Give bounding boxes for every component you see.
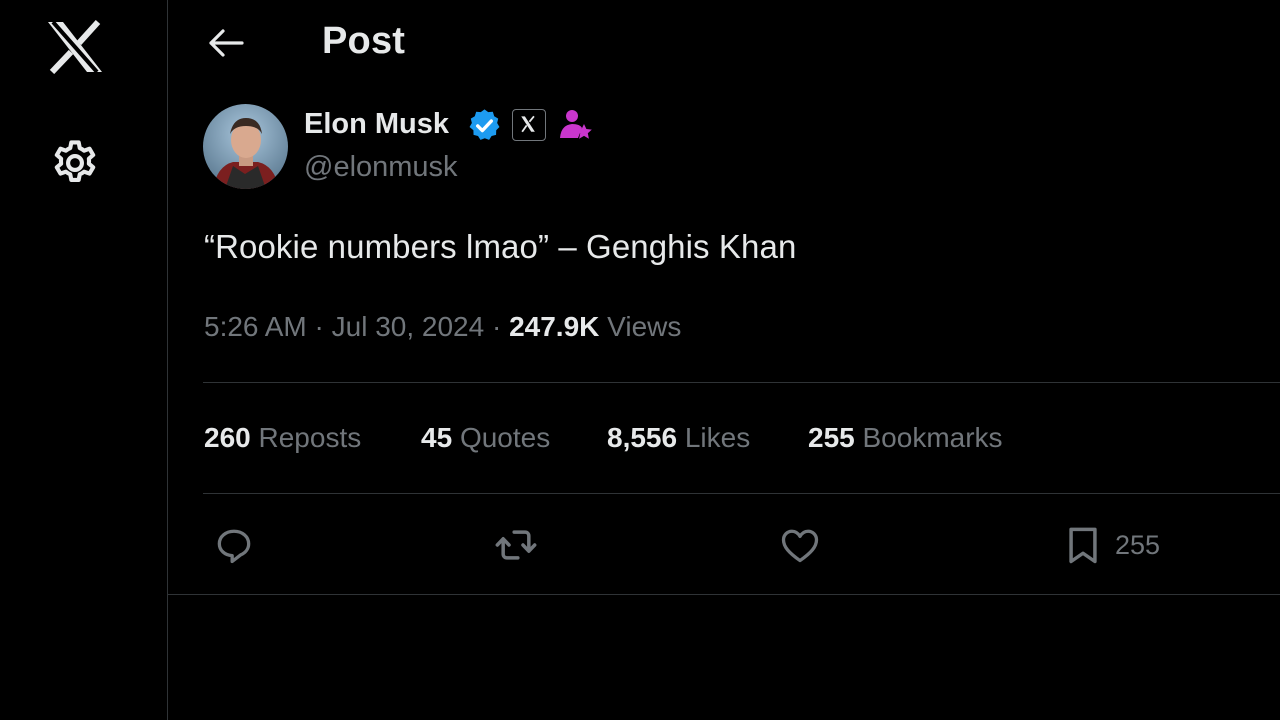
x-logo-icon[interactable] — [46, 19, 104, 75]
post-date[interactable]: Jul 30, 2024 — [332, 311, 485, 342]
app: Post Elon Musk @elonmusk “Rookie numbers… — [0, 0, 1280, 720]
back-button[interactable] — [204, 23, 246, 63]
bookmark-button[interactable]: 255 — [1061, 522, 1160, 568]
stat-label: Quotes — [459, 422, 551, 453]
bookmark-icon — [1069, 527, 1097, 564]
stat-count: 255 — [808, 422, 855, 453]
arrow-left-icon — [209, 29, 244, 57]
stat-quotes[interactable]: 45 Quotes — [421, 422, 550, 454]
stat-likes[interactable]: 8,556 Likes — [607, 422, 750, 454]
repost-button[interactable] — [494, 522, 538, 568]
bookmark-count: 255 — [1115, 529, 1161, 560]
like-button[interactable] — [778, 522, 822, 568]
stat-label: Reposts — [258, 422, 362, 453]
subscriber-star-icon — [556, 106, 594, 144]
verified-badge-icon — [466, 107, 503, 144]
reply-button[interactable] — [212, 522, 256, 568]
x-affiliate-badge-icon[interactable] — [512, 109, 546, 141]
left-nav-rail — [0, 0, 168, 720]
stat-count: 8,556 — [607, 422, 678, 453]
reply-icon — [217, 529, 251, 564]
divider — [168, 594, 1280, 595]
views-label: Views — [607, 311, 682, 342]
avatar[interactable] — [203, 104, 288, 189]
views-count: 247.9K — [509, 311, 600, 342]
divider — [203, 382, 1280, 383]
stat-reposts[interactable]: 260 Reposts — [204, 422, 361, 454]
post-meta: 5:26 AM · Jul 30, 2024 · 247.9K Views — [204, 311, 681, 343]
gear-icon[interactable] — [49, 137, 101, 189]
meta-separator: · — [314, 311, 324, 342]
post-time[interactable]: 5:26 AM — [204, 311, 307, 342]
meta-separator: · — [491, 311, 502, 342]
stat-bookmarks[interactable]: 255 Bookmarks — [808, 422, 1003, 454]
stat-label: Bookmarks — [862, 422, 1003, 453]
post-text: “Rookie numbers lmao” – Genghis Khan — [204, 228, 797, 265]
divider — [203, 493, 1280, 494]
repost-icon — [495, 530, 537, 560]
stat-label: Likes — [684, 422, 751, 453]
stat-count: 260 — [204, 422, 251, 453]
author-name[interactable]: Elon Musk — [304, 108, 449, 141]
author-handle[interactable]: @elonmusk — [304, 151, 458, 184]
page-title: Post — [322, 20, 406, 62]
stat-count: 45 — [421, 422, 453, 453]
heart-icon — [781, 529, 819, 563]
